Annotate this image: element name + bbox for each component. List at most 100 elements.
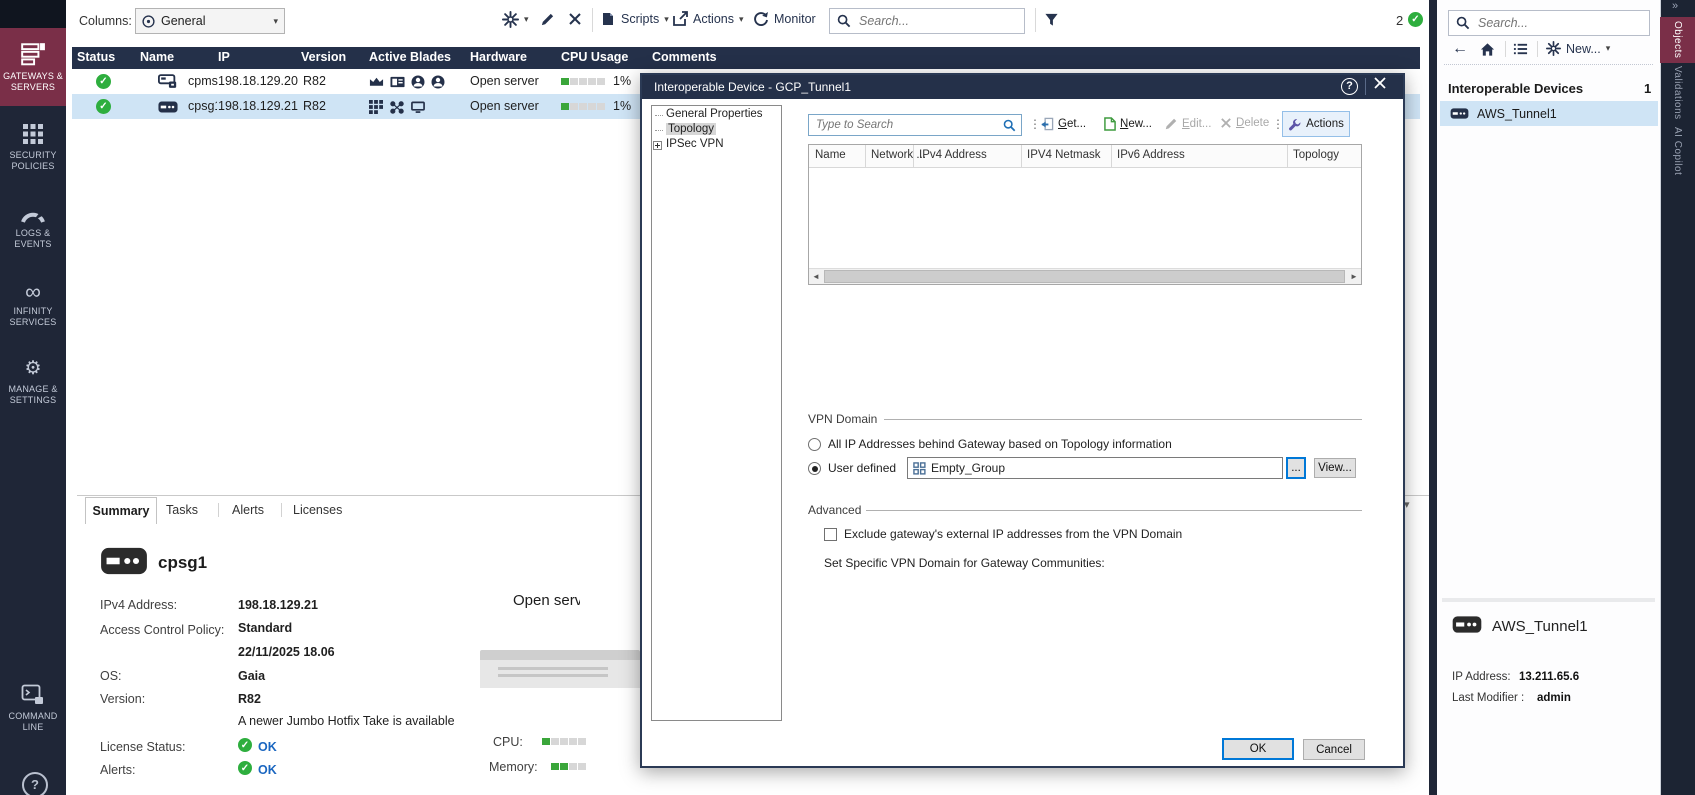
panel-divider xyxy=(1429,0,1437,795)
new-object-button[interactable]: ▾ xyxy=(502,11,529,28)
field-value[interactable]: Standard xyxy=(238,621,292,635)
wrench-icon xyxy=(1288,118,1301,131)
group-icon xyxy=(913,462,926,475)
tree-expand-icon[interactable] xyxy=(653,141,662,150)
home-icon[interactable] xyxy=(1480,42,1495,57)
get-interfaces-button[interactable]: Get... xyxy=(1040,117,1086,131)
list-item-aws-tunnel1[interactable]: AWS_Tunnel1 xyxy=(1440,101,1658,126)
tree-item-topology[interactable]: Topology xyxy=(666,123,716,135)
filter-button[interactable] xyxy=(1044,12,1059,27)
scrollbar-thumb[interactable] xyxy=(824,270,1345,283)
sidebar-item-manage-settings[interactable]: ⚙ MANAGE & SETTINGS xyxy=(0,352,66,412)
dialog-title-bar[interactable]: Interoperable Device - GCP_Tunnel1 xyxy=(642,75,1403,99)
col-name[interactable]: Name xyxy=(140,50,174,64)
radio-user-defined[interactable] xyxy=(808,462,821,475)
sidebar-item-label: INFINITY SERVICES xyxy=(2,306,64,328)
sidebar-item-command-line[interactable]: COMMAND LINE xyxy=(0,672,66,744)
tab-summary[interactable]: Summary xyxy=(85,497,157,524)
categories-list-icon[interactable] xyxy=(1513,42,1528,56)
col-comments[interactable]: Comments xyxy=(652,50,717,64)
alerts-value[interactable]: OK xyxy=(258,763,277,777)
col-blades[interactable]: Active Blades xyxy=(369,50,451,64)
view-group-button[interactable]: View... xyxy=(1314,458,1356,478)
cpu-label: CPU: xyxy=(493,735,523,749)
field-value: R82 xyxy=(238,692,261,706)
vpn-domain-group-field[interactable]: Empty_Group xyxy=(907,457,1283,479)
actions-button[interactable]: Actions ▾ xyxy=(672,11,744,27)
scripts-button[interactable]: Scripts ▾ xyxy=(600,11,669,27)
monitor-button[interactable]: Monitor xyxy=(753,11,816,27)
dialog-close-icon[interactable] xyxy=(1373,76,1387,90)
dotted-separator xyxy=(1444,64,1653,65)
sidebar-item-security-policies[interactable]: SECURITY POLICIES xyxy=(0,116,66,178)
col-hardware[interactable]: Hardware xyxy=(470,50,527,64)
browse-group-button[interactable]: ... xyxy=(1286,457,1306,479)
horizontal-scrollbar[interactable]: ◄ ► xyxy=(809,268,1361,284)
status-ok-icon: ✓ xyxy=(96,99,111,114)
scroll-left-icon[interactable]: ◄ xyxy=(809,269,823,284)
col-version[interactable]: Version xyxy=(301,50,346,64)
new-object-button[interactable]: New... ▾ xyxy=(1546,41,1610,56)
columns-view-dropdown[interactable]: General ▾ xyxy=(135,8,285,34)
new-interface-button[interactable]: New... xyxy=(1104,117,1152,131)
radio-all-label[interactable]: All IP Addresses behind Gateway based on… xyxy=(828,437,1172,451)
smartconsole-window: GATEWAYS & SERVERS SECURITY POLICIES LOG… xyxy=(0,0,1695,795)
radio-all-ip-addresses[interactable] xyxy=(808,438,821,451)
dialog-help-icon[interactable]: ? xyxy=(1341,78,1358,95)
search-input[interactable] xyxy=(857,13,1017,29)
col-name[interactable]: Name xyxy=(815,149,846,161)
search-icon xyxy=(837,14,851,28)
ok-button[interactable]: OK xyxy=(1222,738,1294,760)
col-status[interactable]: Status xyxy=(77,50,115,64)
sidebar-item-infinity-services[interactable]: ∞ INFINITY SERVICES xyxy=(0,276,66,334)
tab-tasks[interactable]: Tasks xyxy=(166,503,198,517)
license-status-value[interactable]: OK xyxy=(258,740,277,754)
radio-user-label[interactable]: User defined xyxy=(828,461,896,475)
topology-actions-button[interactable]: Actions xyxy=(1282,111,1350,137)
exclude-external-checkbox[interactable] xyxy=(824,528,837,541)
gateways-search[interactable] xyxy=(829,8,1025,34)
col-ipv4[interactable]: IPv4 Address xyxy=(919,149,987,161)
tab-ai-copilot[interactable]: AI Copilot xyxy=(1660,122,1695,180)
tab-alerts[interactable]: Alerts xyxy=(232,503,264,517)
gateway-icon xyxy=(1450,108,1469,119)
collapse-panel-icon[interactable]: » xyxy=(1672,0,1678,12)
tree-item-ipsec-vpn[interactable]: IPSec VPN xyxy=(666,138,724,150)
objects-search[interactable] xyxy=(1448,10,1650,36)
delete-interface-button[interactable]: Delete xyxy=(1220,117,1269,129)
sidebar-item-gateways-servers[interactable]: GATEWAYS & SERVERS xyxy=(0,28,66,106)
tab-licenses[interactable]: Licenses xyxy=(293,503,342,517)
back-arrow-icon[interactable]: ← xyxy=(1452,40,1468,58)
help-icon[interactable]: ? xyxy=(22,772,48,795)
topology-search-input[interactable] xyxy=(814,118,1003,132)
col-cpu[interactable]: CPU Usage xyxy=(561,50,628,64)
sidebar-item-logs-events[interactable]: LOGS & EVENTS xyxy=(0,200,66,258)
topology-search[interactable] xyxy=(808,114,1022,136)
interoperable-devices-header[interactable]: Interoperable Devices xyxy=(1448,81,1583,96)
user-blade-icon xyxy=(431,75,445,89)
logs-events-icon xyxy=(20,208,46,223)
validation-ok-icon[interactable]: ✓ xyxy=(1408,12,1423,27)
scroll-right-icon[interactable]: ► xyxy=(1347,269,1361,284)
exclude-checkbox-label[interactable]: Exclude gateway's external IP addresses … xyxy=(844,527,1182,541)
cpu-bar xyxy=(542,738,586,745)
edit-button[interactable] xyxy=(540,12,555,27)
field-value: Gaia xyxy=(238,669,265,683)
cancel-button[interactable]: Cancel xyxy=(1303,739,1365,760)
col-network[interactable]: Network ... xyxy=(871,149,926,161)
monitoring-blade-icon xyxy=(411,101,425,114)
col-ip[interactable]: IP xyxy=(218,50,230,64)
field-label: IPv4 Address: xyxy=(100,598,177,612)
field-label: Access Control Policy: xyxy=(100,623,224,637)
tree-item-general-properties[interactable]: General Properties xyxy=(666,108,763,120)
set-specific-vpn-label: Set Specific VPN Domain for Gateway Comm… xyxy=(824,556,1105,570)
sidebar-item-label: MANAGE & SETTINGS xyxy=(2,384,64,406)
tab-objects[interactable]: Objects xyxy=(1660,17,1695,63)
edit-interface-button[interactable]: Edit... xyxy=(1164,117,1211,131)
col-topology[interactable]: Topology xyxy=(1293,149,1339,161)
tab-validations[interactable]: Validations xyxy=(1660,66,1695,120)
delete-button[interactable] xyxy=(568,12,582,26)
col-netmask[interactable]: IPV4 Netmask xyxy=(1027,149,1101,161)
objects-search-input[interactable] xyxy=(1476,15,1642,31)
col-ipv6[interactable]: IPv6 Address xyxy=(1117,149,1185,161)
